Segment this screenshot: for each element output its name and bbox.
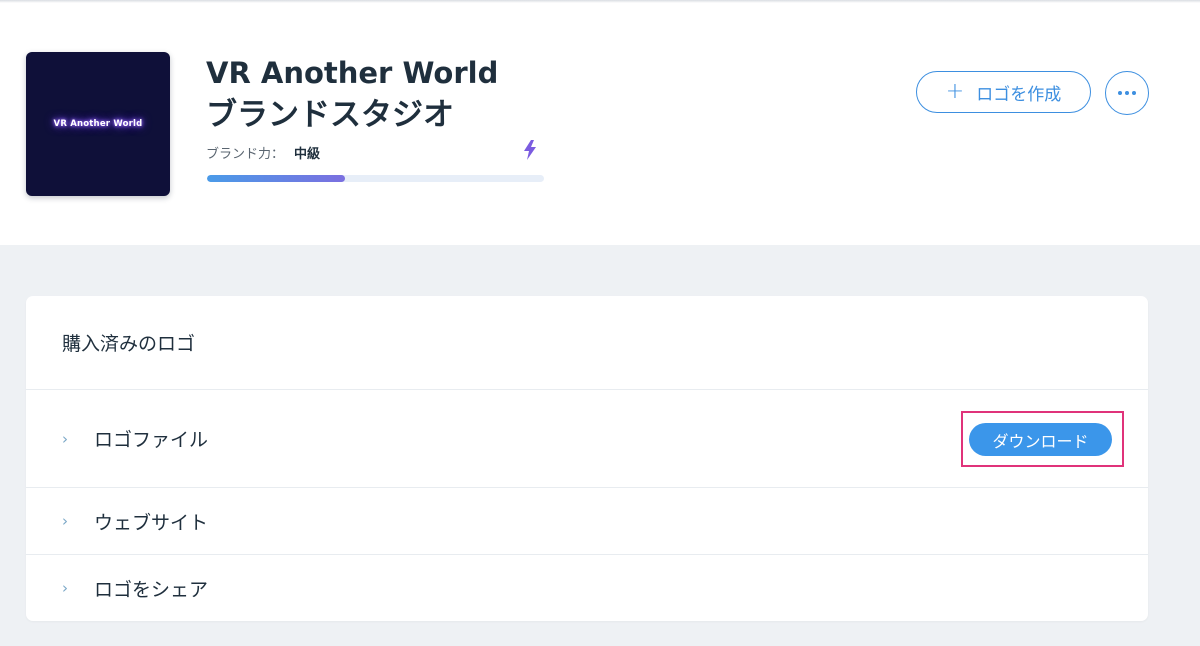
create-logo-button[interactable]: + ロゴを作成 [916,71,1091,113]
brand-power-value: 中級 [294,147,321,162]
create-logo-label: ロゴを作成 [976,84,1062,105]
row-label-share-logo: ロゴをシェア [94,578,209,601]
brand-power-progress-fill [207,175,346,182]
purchased-logos-title: 購入済みのロゴ [62,333,196,355]
row-website[interactable]: › ウェブサイト [26,487,1148,554]
row-label-logo-files: ロゴファイル [94,429,209,451]
logo-thumbnail-text: VR Another World [53,119,143,129]
purchased-logos-card: 購入済みのロゴ › ロゴファイル ダウンロード › ウェブサイト › ロゴをシェ… [26,296,1148,621]
bolt-icon [524,140,536,160]
download-button[interactable]: ダウンロード [969,423,1112,456]
top-divider [0,0,1200,3]
brand-power: ブランド力： 中級 [206,143,320,162]
brand-power-label: ブランド力： [206,147,285,162]
logo-thumbnail[interactable]: VR Another World [26,52,170,196]
brand-header: VR Another World VR Another World ブランドスタ… [0,0,1200,245]
chevron-right-icon: › [62,579,68,597]
brand-title: VR Another World [206,56,499,90]
plus-icon: + [945,79,965,104]
chevron-right-icon: › [62,512,68,530]
more-dots-icon [1118,91,1136,95]
brand-subtitle: ブランドスタジオ [206,97,454,133]
chevron-right-icon: › [62,429,68,448]
brand-power-progress [207,175,544,182]
row-label-website: ウェブサイト [94,511,209,534]
row-share-logo[interactable]: › ロゴをシェア [26,554,1148,621]
more-options-button[interactable] [1105,71,1149,115]
